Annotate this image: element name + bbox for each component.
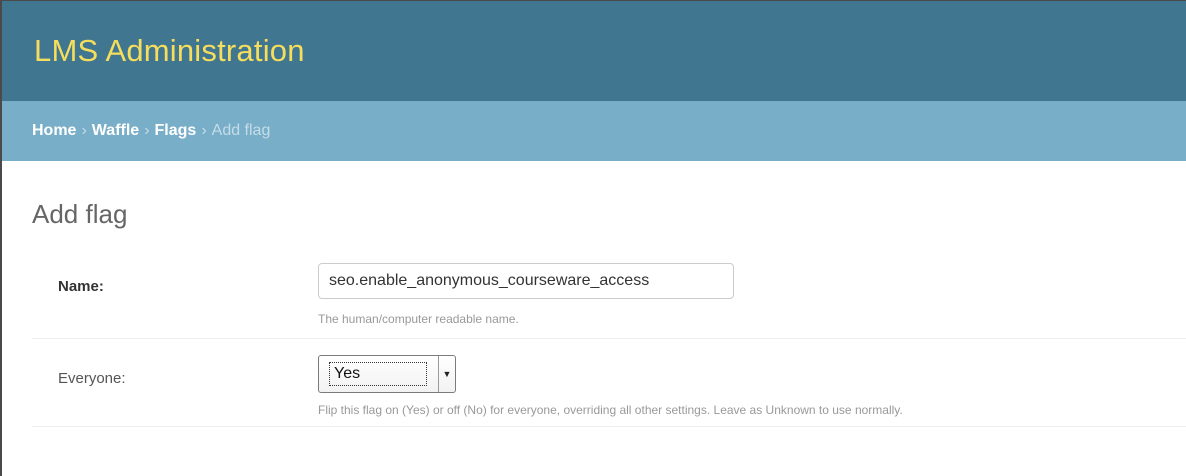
page-title: Add flag	[32, 199, 128, 229]
breadcrumb-separator: ›	[81, 122, 87, 139]
breadcrumb-waffle-link[interactable]: Waffle	[92, 122, 139, 140]
name-help-text: The human/computer readable name.	[318, 312, 519, 326]
main-content: Add flag Name: The human/computer readab…	[2, 161, 1186, 427]
form-row-name: Name: The human/computer readable name.	[32, 241, 1186, 339]
breadcrumb-home-link[interactable]: Home	[32, 122, 76, 140]
breadcrumb-separator: ›	[144, 122, 150, 139]
site-title-link[interactable]: LMS Administration	[34, 33, 305, 69]
name-input[interactable]	[318, 263, 734, 299]
select-focus-ring: Yes	[329, 362, 427, 386]
form-row-everyone: Everyone: Yes ▼ Flip this flag on (Yes) …	[32, 339, 1186, 427]
site-header: LMS Administration	[2, 1, 1186, 101]
everyone-selected-value: Yes	[334, 365, 361, 382]
everyone-help-text: Flip this flag on (Yes) or off (No) for …	[318, 403, 903, 417]
dropdown-arrow-icon[interactable]: ▼	[438, 356, 455, 392]
everyone-label: Everyone:	[58, 370, 126, 387]
breadcrumb: Home › Waffle › Flags › Add flag	[2, 101, 1186, 161]
breadcrumb-current: Add flag	[211, 122, 271, 139]
breadcrumb-separator: ›	[201, 122, 207, 139]
name-label: Name:	[58, 278, 104, 295]
everyone-select[interactable]: Yes ▼	[318, 355, 456, 393]
admin-window: LMS Administration Home › Waffle › Flags…	[0, 0, 1186, 476]
breadcrumb-flags-link[interactable]: Flags	[155, 122, 197, 140]
